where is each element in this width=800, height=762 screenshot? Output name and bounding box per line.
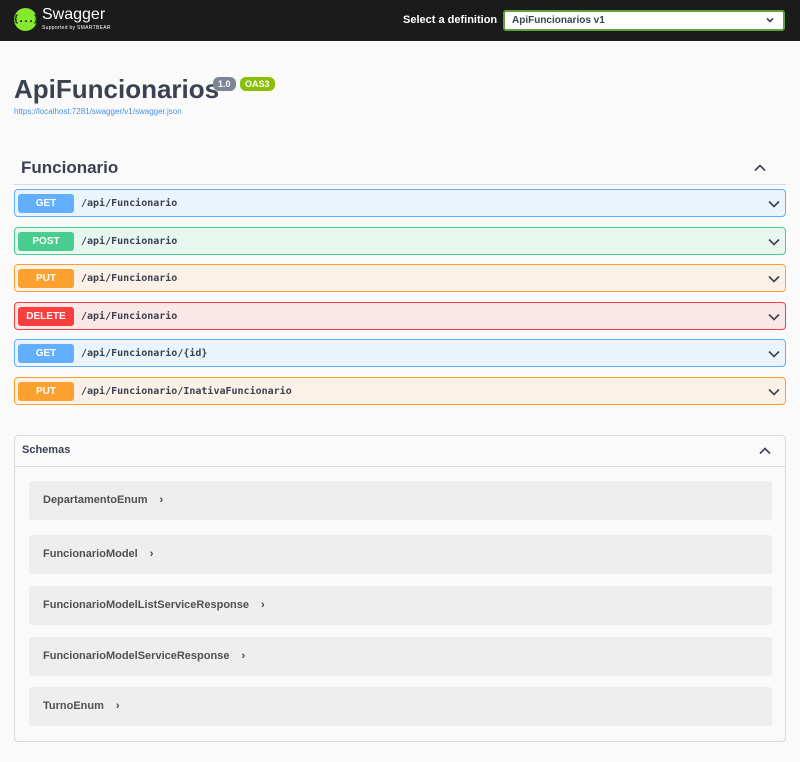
logo-subtitle: Supported by SMARTBEAR — [42, 25, 111, 31]
chevron-right-icon: › — [149, 548, 154, 560]
topbar: {...} Swagger Supported by SMARTBEAR Sel… — [0, 0, 800, 41]
tag-divider — [14, 184, 786, 185]
swagger-logo[interactable]: {...} Swagger Supported by SMARTBEAR — [13, 6, 111, 31]
operation-post-funcionario[interactable]: POST /api/Funcionario — [14, 227, 786, 255]
tag-title[interactable]: Funcionario — [21, 158, 118, 178]
operation-delete-funcionario[interactable]: DELETE /api/Funcionario — [14, 302, 786, 330]
model-name: FuncionarioModel — [43, 548, 138, 560]
chevron-down-icon[interactable] — [767, 235, 781, 249]
method-badge: PUT — [18, 269, 74, 288]
method-badge: PUT — [18, 382, 74, 401]
chevron-right-icon: › — [159, 494, 164, 506]
operation-path: /api/Funcionario — [81, 236, 178, 247]
chevron-right-icon: › — [115, 700, 120, 712]
operation-get-funcionario-by-id[interactable]: GET /api/Funcionario/{id} — [14, 339, 786, 367]
model-name: FuncionarioModelServiceResponse — [43, 650, 230, 662]
chevron-up-icon[interactable] — [758, 444, 772, 458]
model-departamento-enum[interactable]: DepartamentoEnum › — [29, 481, 772, 520]
operation-path: /api/Funcionario/InativaFuncionario — [81, 386, 292, 397]
definition-selected-value: ApiFuncionarios v1 — [512, 15, 605, 26]
model-turno-enum[interactable]: TurnoEnum › — [29, 687, 772, 726]
model-name: FuncionarioModelListServiceResponse — [43, 599, 249, 611]
definition-select[interactable]: ApiFuncionarios v1 — [503, 10, 785, 31]
chevron-down-icon[interactable] — [767, 272, 781, 286]
method-badge: DELETE — [18, 307, 74, 326]
model-funcionario-model[interactable]: FuncionarioModel › — [29, 535, 772, 574]
operation-put-inativa-funcionario[interactable]: PUT /api/Funcionario/InativaFuncionario — [14, 377, 786, 405]
schemas-title: Schemas — [22, 444, 71, 456]
api-title: ApiFuncionarios — [14, 74, 220, 104]
logo-name: Swagger — [42, 6, 106, 23]
operation-put-funcionario[interactable]: PUT /api/Funcionario — [14, 264, 786, 292]
operation-path: /api/Funcionario — [81, 311, 178, 322]
spec-url-link[interactable]: https://localhost:7281/swagger/v1/swagge… — [14, 107, 182, 116]
chevron-right-icon: › — [241, 650, 246, 662]
swagger-logo-icon: {...} — [13, 7, 39, 31]
operation-path: /api/Funcionario/{id} — [81, 348, 208, 359]
schemas-header[interactable]: Schemas — [15, 436, 785, 467]
method-badge: GET — [18, 194, 74, 213]
model-funcionario-model-service-response[interactable]: FuncionarioModelServiceResponse › — [29, 637, 772, 676]
chevron-right-icon: › — [261, 599, 265, 611]
model-funcionario-model-list-service-response[interactable]: FuncionarioModelListServiceResponse › — [29, 586, 772, 625]
chevron-up-icon[interactable] — [753, 161, 767, 175]
operation-get-funcionario[interactable]: GET /api/Funcionario — [14, 189, 786, 217]
operation-path: /api/Funcionario — [81, 273, 178, 284]
definition-label: Select a definition — [403, 14, 498, 26]
chevron-down-icon[interactable] — [767, 347, 781, 361]
method-badge: GET — [18, 344, 74, 363]
model-name: DepartamentoEnum — [43, 494, 148, 506]
schemas-section: Schemas DepartamentoEnum › FuncionarioMod… — [14, 435, 786, 742]
chevron-down-icon[interactable] — [767, 385, 781, 399]
model-name: TurnoEnum — [43, 700, 104, 712]
chevron-down-icon[interactable] — [767, 310, 781, 324]
operation-path: /api/Funcionario — [81, 198, 178, 209]
chevron-down-icon[interactable] — [767, 197, 781, 211]
chevron-down-icon — [766, 17, 774, 23]
oas-badge: OAS3 — [240, 77, 275, 91]
version-badge: 1.0 — [213, 77, 236, 91]
method-badge: POST — [18, 232, 74, 251]
